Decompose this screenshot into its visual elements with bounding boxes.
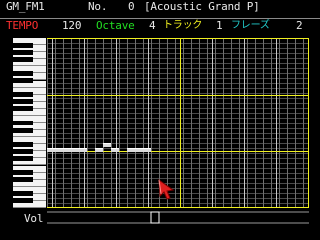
octave-value[interactable]: 4 bbox=[149, 20, 156, 31]
octave-line bbox=[47, 95, 309, 96]
piano-keyboard[interactable] bbox=[13, 38, 46, 208]
beat-line bbox=[84, 38, 85, 208]
phrase-value[interactable]: 2 bbox=[296, 20, 303, 31]
velocity-label: Vol bbox=[24, 212, 44, 225]
octave-line bbox=[47, 207, 309, 208]
black-key[interactable] bbox=[13, 148, 33, 154]
octave-label: Octave bbox=[96, 19, 135, 32]
beat-line bbox=[244, 38, 245, 208]
note-block[interactable] bbox=[103, 143, 111, 147]
measure-line bbox=[180, 38, 181, 208]
black-key[interactable] bbox=[13, 56, 33, 62]
instrument-name[interactable]: [Acoustic Grand P] bbox=[144, 1, 260, 12]
phrase-label: フレーズ bbox=[231, 20, 270, 31]
note-block[interactable] bbox=[111, 148, 119, 152]
black-key[interactable] bbox=[13, 155, 33, 161]
black-key[interactable] bbox=[13, 141, 33, 147]
piano-roll-grid[interactable] bbox=[47, 38, 309, 208]
instrument-no-label: No. bbox=[88, 0, 108, 13]
measure-line bbox=[308, 38, 309, 208]
black-key[interactable] bbox=[13, 120, 33, 126]
beat-line bbox=[148, 38, 149, 208]
beat-line bbox=[116, 38, 117, 208]
black-key[interactable] bbox=[13, 42, 33, 48]
black-key[interactable] bbox=[13, 99, 33, 105]
velocity-lane-graphic bbox=[47, 211, 309, 224]
tempo-value[interactable]: 120 bbox=[62, 20, 81, 31]
instrument-number[interactable]: 0 bbox=[128, 1, 135, 12]
velocity-lane[interactable] bbox=[47, 209, 309, 225]
black-key[interactable] bbox=[13, 70, 33, 76]
beat-line bbox=[276, 38, 277, 208]
black-key[interactable] bbox=[13, 177, 33, 183]
note-block[interactable] bbox=[95, 148, 103, 152]
black-key[interactable] bbox=[13, 170, 33, 176]
black-key[interactable] bbox=[13, 198, 33, 204]
black-key[interactable] bbox=[13, 127, 33, 133]
note-block[interactable] bbox=[47, 148, 87, 152]
beat-line bbox=[52, 38, 53, 208]
black-key[interactable] bbox=[13, 78, 33, 83]
track-label: トラック bbox=[163, 20, 203, 31]
black-key[interactable] bbox=[13, 191, 33, 197]
black-key[interactable] bbox=[13, 106, 33, 112]
mouse-pointer-icon bbox=[158, 178, 175, 200]
track-value[interactable]: 1 bbox=[216, 20, 223, 31]
song-title: GM_FM1 bbox=[6, 0, 45, 13]
black-key[interactable] bbox=[13, 92, 33, 98]
octave-line bbox=[47, 38, 309, 39]
tempo-label: TEMPO bbox=[6, 19, 39, 32]
note-block[interactable] bbox=[127, 148, 151, 152]
beat-line bbox=[212, 38, 213, 208]
black-key[interactable] bbox=[13, 49, 33, 55]
header-divider bbox=[0, 18, 320, 19]
